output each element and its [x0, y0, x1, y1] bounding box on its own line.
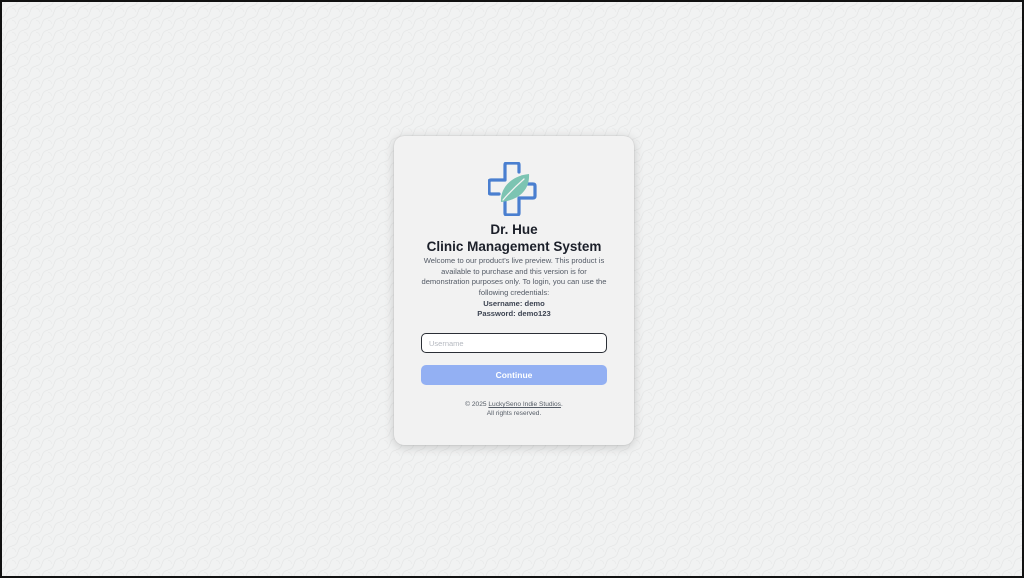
demo-username-hint: Username: demo — [483, 298, 545, 308]
login-card: Dr. Hue Clinic Management System Welcome… — [394, 136, 634, 445]
system-name: Clinic Management System — [426, 239, 602, 254]
rights-text: All rights reserved. — [486, 409, 542, 417]
copyright-period: . — [560, 401, 563, 408]
app-name: Dr. Hue — [490, 222, 538, 237]
copyright-line: © 2025 LuckySeno Indie Studios. — [394, 401, 634, 410]
login-page: { "app": { "title_line1": "Dr. Hue", "ti… — [0, 0, 1024, 578]
footer: © 2025 LuckySeno Indie Studios. All righ… — [394, 401, 634, 419]
continue-button[interactable]: Continue — [421, 365, 607, 385]
studio-link[interactable]: LuckySeno Indie Studios — [488, 401, 561, 408]
page-title: Dr. Hue Clinic Management System — [394, 221, 634, 255]
demo-password-hint: Password: demo123 — [477, 309, 551, 318]
welcome-message: Welcome to our product's live preview. T… — [421, 256, 607, 297]
username-input[interactable] — [421, 333, 607, 353]
copyright-text: © 2025 — [465, 401, 487, 408]
medical-cross-leaf-icon — [488, 162, 537, 216]
